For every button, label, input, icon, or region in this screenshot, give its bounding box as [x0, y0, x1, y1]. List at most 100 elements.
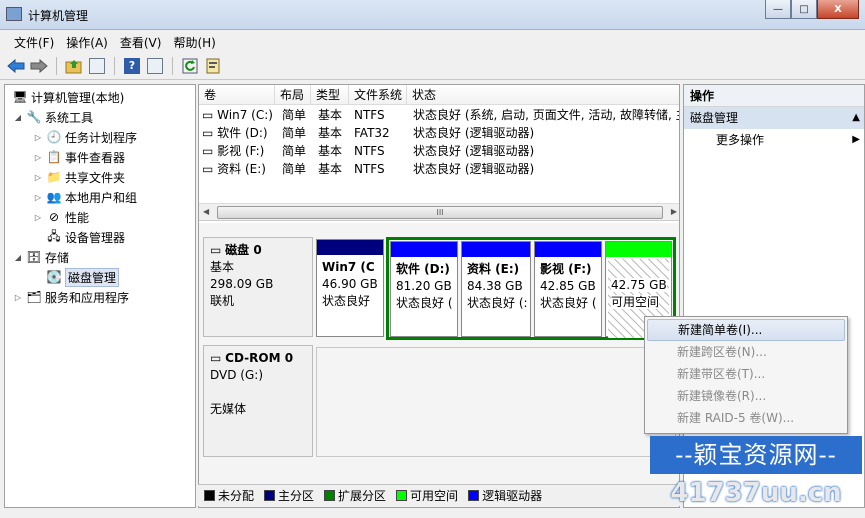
disk0-state: 联机 — [210, 294, 235, 308]
computer-management-icon — [6, 7, 22, 21]
actions-section-disk-management[interactable]: 磁盘管理 ▲ — [684, 107, 864, 129]
partition-d[interactable]: 软件 (D:) 81.20 GB 状态良好 ( — [390, 241, 458, 337]
partition-f[interactable]: 影视 (F:) 42.85 GB 状态良好 ( — [534, 241, 602, 337]
column-header-layout[interactable]: 布局 — [275, 85, 311, 105]
legend-swatch — [204, 490, 215, 501]
refresh-button[interactable] — [180, 56, 200, 76]
legend-item: 可用空间 — [396, 487, 458, 504]
more-actions-label: 更多操作 — [716, 133, 765, 147]
table-row[interactable]: ▭ 软件 (D:) — [199, 124, 275, 142]
users-icon: 👥 — [46, 190, 62, 204]
legend-swatch — [396, 490, 408, 501]
expand-arrow-icon[interactable]: ▷ — [33, 153, 43, 162]
tree-item-event-viewer[interactable]: ▷ 📋 事件查看器 — [33, 147, 125, 167]
forward-button[interactable] — [29, 56, 49, 76]
drive-icon: ▭ — [202, 144, 218, 158]
tree-item-device-manager[interactable]: 🖧 设备管理器 — [43, 227, 125, 247]
scroll-thumb[interactable]: III — [217, 206, 663, 219]
horizontal-scrollbar[interactable]: ◀ III ▶ — [199, 203, 679, 221]
table-row[interactable]: ▭ 影视 (F:) — [199, 142, 275, 160]
column-header-type[interactable]: 类型 — [311, 85, 349, 105]
volume-list: 卷 布局 类型 文件系统 状态 ▭ Win7 (C:) 简单 基本 NTFS 状… — [199, 85, 679, 203]
console-tree: 🖥 计算机管理(本地) ◢ 🔧 系统工具 ▷ 🕘 任务计划程序 ▷ 📋 事件查看… — [4, 84, 196, 508]
partition-name: Win7 (C — [322, 260, 375, 274]
menu-help[interactable]: 帮助(H) — [167, 30, 221, 52]
storage-icon: 🗄 — [26, 250, 42, 264]
partition-color-bar — [462, 242, 530, 257]
services-icon: 🗂 — [26, 290, 42, 304]
tree-item-services-applications[interactable]: ▷ 🗂 服务和应用程序 — [13, 287, 129, 307]
tree-label: 计算机管理(本地) — [31, 90, 125, 105]
tree-label: 共享文件夹 — [65, 170, 126, 185]
partition-status: 状态良好 (: — [467, 296, 528, 310]
cdrom0-info[interactable]: ▭ CD-ROM 0 DVD (G:) 无媒体 — [203, 345, 313, 457]
disk0-name: 磁盘 0 — [225, 243, 262, 257]
expand-arrow-icon[interactable]: ▷ — [33, 193, 43, 202]
partition-e[interactable]: 资料 (E:) 84.38 GB 状态良好 (: — [461, 241, 531, 337]
legend-item: 逻辑驱动器 — [468, 487, 542, 504]
disk0-info[interactable]: ▭ 磁盘 0 基本 298.09 GB 联机 — [203, 237, 313, 337]
back-button[interactable] — [6, 56, 26, 76]
volume-layout: 简单 — [282, 144, 307, 158]
tree-item-computer-management[interactable]: 🖥 计算机管理(本地) — [9, 87, 124, 107]
legend-item: 主分区 — [264, 487, 314, 504]
disk-management-pane: 卷 布局 类型 文件系统 状态 ▭ Win7 (C:) 简单 基本 NTFS 状… — [198, 84, 680, 508]
expand-arrow-icon[interactable]: ▷ — [33, 213, 43, 222]
volume-name: 资料 (E:) — [217, 162, 266, 176]
tools-icon: 🔧 — [26, 110, 42, 124]
cdrom0-area[interactable] — [316, 347, 676, 457]
more-actions-item[interactable]: 更多操作 ▶ — [684, 129, 864, 151]
partition-c[interactable]: Win7 (C 46.90 GB 状态良好 — [316, 239, 384, 337]
volume-status: 状态良好 (逻辑驱动器) — [413, 144, 535, 158]
properties-button[interactable] — [203, 56, 223, 76]
volume-name: 影视 (F:) — [217, 144, 265, 158]
menu-item-new-simple-volume[interactable]: 新建简单卷(I)... — [647, 319, 845, 341]
expand-arrow-icon[interactable]: ▷ — [33, 173, 43, 182]
show-hide-tree-button[interactable] — [87, 56, 107, 76]
scroll-left-icon[interactable]: ◀ — [203, 207, 209, 216]
volume-status: 状态良好 (逻辑驱动器) — [413, 162, 535, 176]
column-header-filesystem[interactable]: 文件系统 — [349, 85, 407, 105]
tree-item-storage[interactable]: ◢ 🗄 存储 — [13, 247, 69, 267]
hdd-icon: ▭ — [210, 243, 226, 257]
collapse-arrow-icon[interactable]: ◢ — [13, 253, 23, 262]
toolbar: ? — [0, 52, 865, 80]
event-log-icon: 📋 — [46, 150, 62, 164]
up-folder-button[interactable] — [64, 56, 84, 76]
table-row[interactable]: ▭ Win7 (C:) — [199, 106, 275, 124]
legend-item: 扩展分区 — [324, 487, 386, 504]
volume-status: 状态良好 (逻辑驱动器) — [413, 126, 535, 140]
expand-arrow-icon[interactable]: ▷ — [33, 133, 43, 142]
help-button[interactable]: ? — [122, 56, 142, 76]
tree-item-task-scheduler[interactable]: ▷ 🕘 任务计划程序 — [33, 127, 137, 147]
menu-view[interactable]: 查看(V) — [114, 30, 168, 52]
tree-item-shared-folders[interactable]: ▷ 📁 共享文件夹 — [33, 167, 125, 187]
volume-name: 软件 (D:) — [217, 126, 268, 140]
console-tree-icon — [89, 57, 105, 74]
device-manager-icon: 🖧 — [47, 228, 61, 243]
collapse-arrow-icon[interactable]: ◢ — [13, 113, 23, 122]
drive-icon: ▭ — [202, 162, 218, 176]
legend-label: 可用空间 — [410, 489, 459, 503]
scroll-right-icon[interactable]: ▶ — [671, 207, 677, 216]
tree-item-system-tools[interactable]: ◢ 🔧 系统工具 — [13, 107, 93, 127]
column-header-status[interactable]: 状态 — [407, 85, 679, 105]
volume-type: 基本 — [318, 126, 343, 140]
partition-size: 42.75 GB — [611, 278, 667, 292]
tree-item-local-users[interactable]: ▷ 👥 本地用户和组 — [33, 187, 137, 207]
minimize-button[interactable]: — — [765, 0, 791, 19]
show-hide-action-pane-button[interactable] — [145, 56, 165, 76]
expand-arrow-icon[interactable]: ▷ — [13, 293, 23, 302]
volume-type: 基本 — [318, 162, 343, 176]
maximize-button[interactable]: □ — [791, 0, 817, 19]
tree-item-performance[interactable]: ▷ ⊘ 性能 — [33, 207, 89, 227]
tree-item-disk-management[interactable]: 💽 磁盘管理 — [43, 267, 120, 287]
close-button[interactable]: X — [817, 0, 859, 19]
actions-header: 操作 — [684, 85, 864, 107]
menu-file[interactable]: 文件(F) — [8, 30, 60, 52]
menu-action[interactable]: 操作(A) — [60, 30, 114, 52]
tree-label: 事件查看器 — [65, 150, 126, 165]
table-row[interactable]: ▭ 资料 (E:) — [199, 160, 275, 178]
column-header-volume[interactable]: 卷 — [199, 85, 275, 105]
collapse-up-icon[interactable]: ▲ — [852, 107, 860, 129]
